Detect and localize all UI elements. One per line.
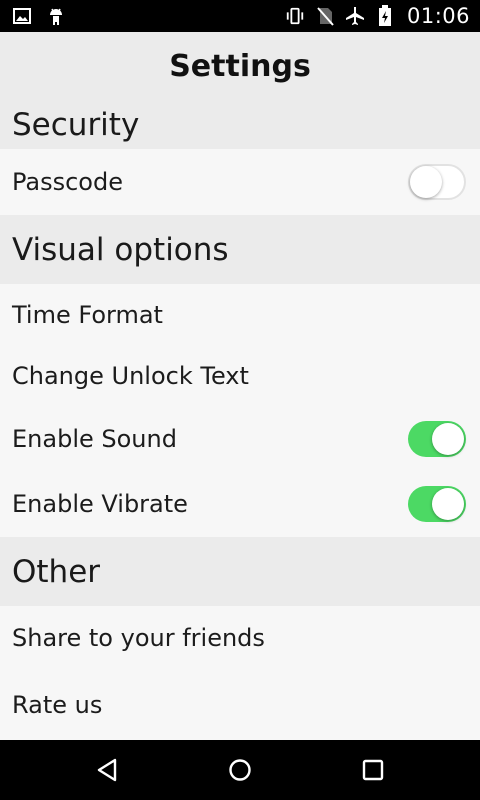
rate-us-label: Rate us bbox=[12, 690, 103, 719]
status-bar: 01:06 bbox=[0, 0, 480, 32]
time-format-label: Time Format bbox=[12, 300, 163, 329]
toggle-knob bbox=[432, 488, 464, 520]
page-title: Settings bbox=[169, 48, 311, 84]
image-icon bbox=[12, 6, 32, 26]
section-header-security: Security bbox=[0, 100, 480, 149]
enable-sound-label: Enable Sound bbox=[12, 425, 177, 453]
change-unlock-text-label: Change Unlock Text bbox=[12, 362, 249, 390]
title-bar: Settings bbox=[0, 32, 480, 100]
vibrate-icon bbox=[285, 6, 305, 26]
passcode-label: Passcode bbox=[12, 168, 123, 196]
share-label: Share to your friends bbox=[12, 623, 265, 652]
rate-us-row[interactable]: Rate us bbox=[0, 669, 480, 740]
enable-vibrate-row[interactable]: Enable Vibrate bbox=[0, 471, 480, 537]
passcode-toggle[interactable] bbox=[408, 164, 466, 200]
change-unlock-text-row[interactable]: Change Unlock Text bbox=[0, 345, 480, 407]
section-header-other: Other bbox=[0, 537, 480, 606]
back-icon[interactable] bbox=[87, 750, 127, 790]
share-row[interactable]: Share to your friends bbox=[0, 606, 480, 669]
android-icon bbox=[46, 6, 66, 26]
navigation-bar bbox=[0, 740, 480, 800]
toggle-knob bbox=[432, 423, 464, 455]
recents-icon[interactable] bbox=[353, 750, 393, 790]
section-header-visual-options: Visual options bbox=[0, 215, 480, 284]
screen: 01:06 Settings Security Passcode Visual … bbox=[0, 0, 480, 800]
battery-charging-icon bbox=[375, 5, 395, 26]
home-icon[interactable] bbox=[220, 750, 260, 790]
passcode-row[interactable]: Passcode bbox=[0, 149, 480, 215]
enable-vibrate-label: Enable Vibrate bbox=[12, 490, 188, 518]
clock: 01:06 bbox=[406, 4, 470, 28]
time-format-row[interactable]: Time Format bbox=[0, 284, 480, 345]
no-sim-icon bbox=[315, 6, 335, 26]
enable-vibrate-toggle[interactable] bbox=[408, 486, 466, 522]
enable-sound-row[interactable]: Enable Sound bbox=[0, 407, 480, 471]
enable-sound-toggle[interactable] bbox=[408, 421, 466, 457]
toggle-knob bbox=[410, 166, 442, 198]
airplane-icon bbox=[345, 6, 365, 26]
